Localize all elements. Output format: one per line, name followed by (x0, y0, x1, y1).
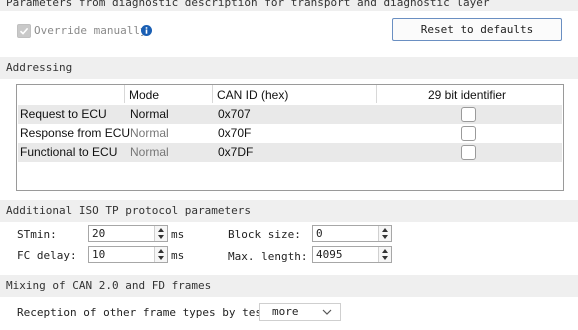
spin-arrows[interactable] (154, 226, 167, 241)
info-icon[interactable] (141, 25, 152, 36)
addressing-section-title: Addressing (6, 61, 73, 74)
stmin-value[interactable]: 20 (92, 226, 105, 241)
spin-arrows[interactable] (378, 247, 391, 262)
column-header-can-id: CAN ID (hex) (217, 88, 289, 102)
max-length-value[interactable]: 4095 (316, 247, 343, 262)
row-mode[interactable]: Normal (130, 145, 169, 159)
stmin-spinbox[interactable]: 20 (88, 225, 168, 242)
29bit-identifier-checkbox[interactable] (461, 107, 476, 122)
table-row[interactable]: Response from ECU Normal 0x70F (18, 124, 562, 143)
table-row[interactable]: Request to ECU Normal 0x707 (18, 105, 562, 124)
iso-tp-section-title: Additional ISO TP protocol parameters (6, 204, 252, 217)
block-size-label: Block size: (228, 228, 301, 241)
29bit-identifier-checkbox[interactable] (461, 126, 476, 141)
arrow-up-icon[interactable] (382, 249, 388, 253)
row-name: Functional to ECU (20, 145, 118, 159)
reception-label: Reception of other frame types by tester… (17, 306, 289, 319)
checkmark-icon (17, 24, 31, 38)
column-divider (212, 85, 213, 103)
spin-arrows[interactable] (378, 226, 391, 241)
iso-tp-section-header: Additional ISO TP protocol parameters (0, 200, 578, 222)
max-length-label: Max. length: (228, 250, 308, 263)
fc-delay-label: FC delay: (17, 249, 77, 262)
chevron-down-icon (322, 309, 332, 315)
stmin-unit: ms (171, 228, 185, 241)
29bit-identifier-checkbox[interactable] (461, 145, 476, 160)
reset-to-defaults-button[interactable]: Reset to defaults (392, 18, 562, 41)
fc-delay-unit: ms (171, 249, 185, 262)
override-manually-label: Override manually (34, 24, 147, 37)
arrow-up-icon[interactable] (158, 228, 164, 232)
reception-dropdown[interactable]: more (259, 303, 341, 321)
arrow-down-icon[interactable] (158, 256, 164, 260)
row-name: Request to ECU (20, 107, 107, 121)
column-divider (124, 85, 125, 103)
block-size-value[interactable]: 0 (316, 226, 323, 241)
addressing-section-header: Addressing (0, 57, 578, 79)
row-can-id[interactable]: 0x7DF (218, 145, 253, 159)
row-can-id[interactable]: 0x707 (218, 107, 251, 121)
row-can-id[interactable]: 0x70F (218, 126, 251, 140)
block-size-spinbox[interactable]: 0 (312, 225, 392, 242)
reception-dropdown-value: more (272, 305, 299, 318)
addressing-table: Mode CAN ID (hex) 29 bit identifier Requ… (16, 84, 564, 191)
column-divider (376, 85, 377, 103)
arrow-up-icon[interactable] (382, 228, 388, 232)
row-name: Response from ECU (20, 126, 131, 140)
transport-section-header: Parameters from diagnostic description f… (0, 0, 578, 11)
column-header-29bit: 29 bit identifier (428, 88, 507, 102)
fc-delay-value[interactable]: 10 (92, 247, 105, 262)
row-mode[interactable]: Normal (130, 126, 169, 140)
arrow-down-icon[interactable] (382, 256, 388, 260)
spin-arrows[interactable] (154, 247, 167, 262)
fc-delay-spinbox[interactable]: 10 (88, 246, 168, 263)
arrow-down-icon[interactable] (158, 235, 164, 239)
arrow-down-icon[interactable] (382, 235, 388, 239)
reset-to-defaults-label: Reset to defaults (420, 23, 534, 36)
row-mode[interactable]: Normal (130, 107, 169, 121)
mixing-section-title: Mixing of CAN 2.0 and FD frames (6, 279, 212, 292)
arrow-up-icon[interactable] (158, 249, 164, 253)
table-row[interactable]: Functional to ECU Normal 0x7DF (18, 143, 562, 162)
mixing-section-header: Mixing of CAN 2.0 and FD frames (0, 275, 578, 297)
column-header-mode: Mode (129, 88, 160, 102)
max-length-spinbox[interactable]: 4095 (312, 246, 392, 263)
transport-section-title: Parameters from diagnostic description f… (6, 0, 490, 9)
stmin-label: STmin: (17, 228, 57, 241)
